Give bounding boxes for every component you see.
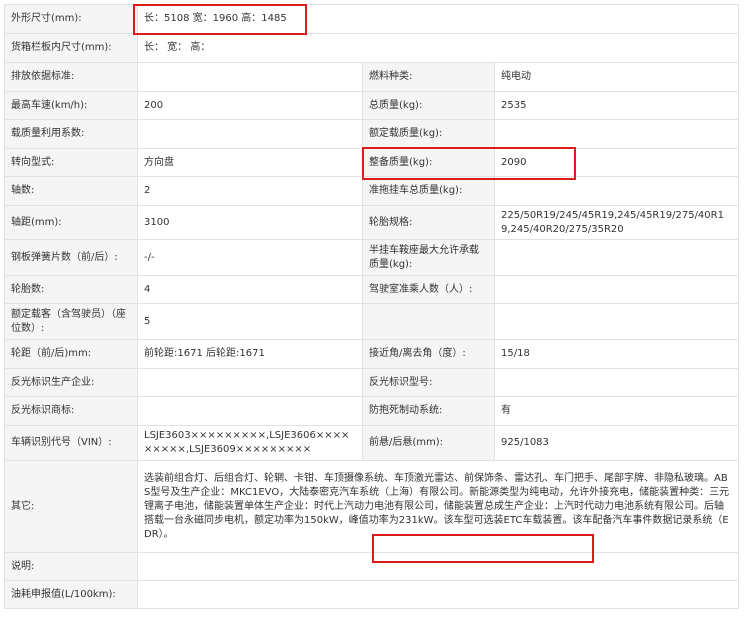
spec-label: 外形尺寸(mm):: [4, 4, 138, 34]
spec-row: 轴数: 2 准拖挂车总质量(kg):: [4, 176, 739, 206]
spec-row: 转向型式: 方向盘 整备质量(kg): 2090: [4, 148, 739, 177]
spec-value: [137, 396, 363, 426]
spec-value: [494, 239, 739, 276]
spec-row: 轴距(mm): 3100 轮胎规格: 225/50R19/245/45R19,245/…: [4, 205, 739, 240]
spec-label: 准拖挂车总质量(kg):: [362, 176, 495, 206]
vehicle-spec-sheet: 外形尺寸(mm): 长：5108 宽：1960 高：1485 货箱栏板内尺寸(mm)…: [0, 0, 744, 643]
spec-label: 前悬/后悬(mm):: [362, 425, 495, 461]
spec-label: 最高车速(km/h):: [4, 91, 138, 120]
spec-label: 反光标识商标:: [4, 396, 138, 426]
spec-value: -/-: [137, 239, 363, 276]
spec-label: 半挂车鞍座最大允许承载质量(kg):: [362, 239, 495, 276]
spec-value: 4: [137, 275, 363, 304]
spec-label: 油耗申报值(L/100km):: [4, 580, 138, 609]
spec-label: 转向型式:: [4, 148, 138, 177]
spec-value: 长：5108 宽：1960 高：1485: [137, 4, 739, 34]
spec-value: 有: [494, 396, 739, 426]
spec-value: 5: [137, 303, 363, 340]
spec-value: 2535: [494, 91, 739, 120]
spec-row: 外形尺寸(mm): 长：5108 宽：1960 高：1485: [4, 4, 739, 34]
spec-value: [137, 119, 363, 149]
spec-label: 车辆识别代号（VIN）:: [4, 425, 138, 461]
spec-row: 轮距（前/后)mm: 前轮距:1671 后轮距:1671 接近角/离去角（度）: 15…: [4, 339, 739, 369]
spec-label: 轴数:: [4, 176, 138, 206]
spec-row: 排放依据标准: 燃料种类: 纯电动: [4, 62, 739, 92]
spec-label: 说明:: [4, 552, 138, 581]
spec-value: 纯电动: [494, 62, 739, 92]
spec-value: [494, 176, 739, 206]
spec-label: [362, 303, 495, 340]
spec-value: [137, 62, 363, 92]
spec-label: 驾驶室准乘人数（人）:: [362, 275, 495, 304]
spec-label: 接近角/离去角（度）:: [362, 339, 495, 369]
spec-value: [494, 275, 739, 304]
spec-row: 轮胎数: 4 驾驶室准乘人数（人）:: [4, 275, 739, 304]
spec-value: 200: [137, 91, 363, 120]
spec-value: 925/1083: [494, 425, 739, 461]
spec-label: 反光标识型号:: [362, 368, 495, 397]
spec-row: 额定载客（含驾驶员）（座位数）: 5: [4, 303, 739, 340]
spec-value: [137, 552, 739, 581]
spec-label: 钢板弹簧片数（前/后）:: [4, 239, 138, 276]
spec-row: 反光标识生产企业: 反光标识型号:: [4, 368, 739, 397]
spec-value: 前轮距:1671 后轮距:1671: [137, 339, 363, 369]
spec-value: [137, 368, 363, 397]
spec-value: [137, 580, 739, 609]
spec-label: 货箱栏板内尺寸(mm):: [4, 33, 138, 63]
spec-row: 车辆识别代号（VIN）: LSJE3603×××××××××,LSJE3606××…: [4, 425, 739, 461]
spec-value: LSJE3603×××××××××,LSJE3606×××××××××,LSJE…: [137, 425, 363, 461]
spec-row: 货箱栏板内尺寸(mm): 长： 宽： 高：: [4, 33, 739, 63]
spec-label: 整备质量(kg):: [362, 148, 495, 177]
spec-value: 15/18: [494, 339, 739, 369]
spec-value: 方向盘: [137, 148, 363, 177]
spec-value: 长： 宽： 高：: [137, 33, 739, 63]
spec-table-body: 外形尺寸(mm): 长：5108 宽：1960 高：1485 货箱栏板内尺寸(mm)…: [4, 4, 739, 609]
spec-row: 说明:: [4, 552, 739, 581]
spec-value: [494, 303, 739, 340]
spec-row: 反光标识商标: 防抱死制动系统: 有: [4, 396, 739, 426]
spec-label: 载质量利用系数:: [4, 119, 138, 149]
spec-value: [494, 119, 739, 149]
spec-label: 总质量(kg):: [362, 91, 495, 120]
spec-value: 3100: [137, 205, 363, 240]
spec-label: 防抱死制动系统:: [362, 396, 495, 426]
spec-label: 额定载客（含驾驶员）（座位数）:: [4, 303, 138, 340]
spec-label: 轴距(mm):: [4, 205, 138, 240]
spec-row: 钢板弹簧片数（前/后）: -/- 半挂车鞍座最大允许承载质量(kg):: [4, 239, 739, 276]
spec-value: [494, 368, 739, 397]
spec-value: 选装前组合灯、后组合灯、轮辋、卡钳、车顶摄像系统、车顶激光雷达、前保饰条、雷达孔…: [137, 460, 739, 553]
spec-label: 燃料种类:: [362, 62, 495, 92]
spec-label: 轮胎规格:: [362, 205, 495, 240]
spec-value: 2: [137, 176, 363, 206]
spec-row: 载质量利用系数: 额定载质量(kg):: [4, 119, 739, 149]
spec-value: 225/50R19/245/45R19,245/45R19/275/40R19,…: [494, 205, 739, 240]
spec-label: 轮胎数:: [4, 275, 138, 304]
spec-value: 2090: [494, 148, 739, 177]
spec-row: 油耗申报值(L/100km):: [4, 580, 739, 609]
spec-label: 其它:: [4, 460, 138, 553]
spec-row: 其它: 选装前组合灯、后组合灯、轮辋、卡钳、车顶摄像系统、车顶激光雷达、前保饰条、…: [4, 460, 739, 553]
spec-label: 反光标识生产企业:: [4, 368, 138, 397]
spec-label: 轮距（前/后)mm:: [4, 339, 138, 369]
spec-label: 额定载质量(kg):: [362, 119, 495, 149]
spec-table: 外形尺寸(mm): 长：5108 宽：1960 高：1485 货箱栏板内尺寸(mm)…: [4, 4, 739, 609]
spec-label: 排放依据标准:: [4, 62, 138, 92]
spec-row: 最高车速(km/h): 200 总质量(kg): 2535: [4, 91, 739, 120]
